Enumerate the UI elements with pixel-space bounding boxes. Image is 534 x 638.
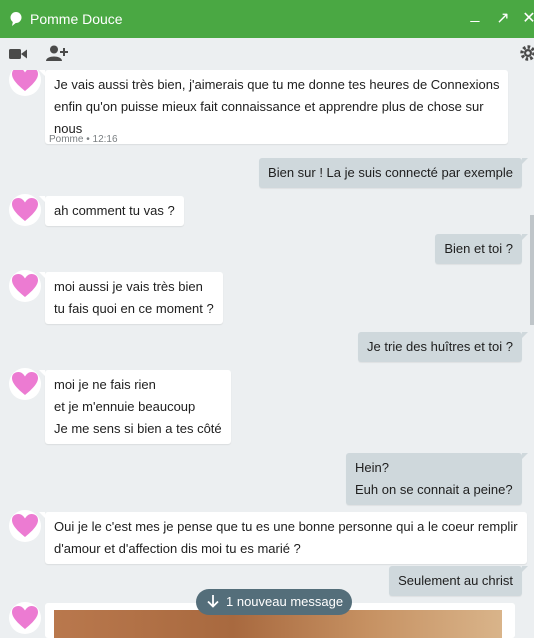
message-text: Hein? (355, 460, 389, 475)
avatar (9, 70, 41, 96)
heart-icon (12, 198, 38, 221)
incoming-message: Oui je le c'est mes je pense que tu es u… (39, 512, 527, 564)
message-text: Je me sens si bien a tes côté (54, 421, 222, 436)
avatar (9, 510, 41, 542)
avatar (9, 368, 41, 400)
message-text: enfin qu'on puisse mieux fait connaissan… (54, 99, 484, 114)
heart-icon (12, 514, 38, 537)
minimize-button[interactable]: _ (465, 6, 485, 24)
window-title: Pomme Douce (30, 11, 123, 27)
message-text: tu fais quoi en ce moment ? (54, 301, 214, 316)
outgoing-message: Je trie des huîtres et toi ? (358, 332, 528, 362)
outgoing-message: Bien sur ! La je suis connecté par exemp… (259, 158, 528, 188)
maximize-button[interactable]: ↗ (493, 8, 513, 28)
message-text: Oui je le c'est mes je pense que tu es u… (54, 519, 518, 534)
message-text: nous (54, 121, 83, 136)
heart-icon (12, 372, 38, 395)
message-text: Bien et toi ? (444, 241, 513, 256)
video-camera-icon[interactable] (9, 48, 28, 60)
outgoing-message: Hein? Euh on se connait a peine? (346, 453, 528, 505)
outgoing-message: Seulement au christ (389, 566, 528, 596)
outgoing-message: Bien et toi ? (435, 234, 528, 264)
gear-icon[interactable] (519, 44, 534, 62)
message-text: Bien sur ! La je suis connecté par exemp… (268, 165, 513, 180)
arrow-down-icon (207, 595, 219, 608)
message-text: et je m'ennuie beaucoup (54, 399, 196, 414)
heart-icon (12, 274, 38, 297)
heart-icon (12, 70, 38, 91)
message-text: d'amour et d'affection dis moi tu es mar… (54, 541, 301, 556)
avatar (9, 270, 41, 302)
incoming-message: moi aussi je vais très bien tu fais quoi… (39, 272, 223, 324)
scrollbar-thumb[interactable] (530, 215, 534, 325)
incoming-message: ah comment tu vas ? (39, 196, 184, 226)
message-timestamp: Pomme • 12:16 (49, 134, 118, 145)
message-list[interactable]: Je vais aussi très bien, j'aimerais que … (0, 70, 534, 635)
message-text: Euh on se connait a peine? (355, 482, 513, 497)
avatar (9, 602, 41, 634)
incoming-message: Je vais aussi très bien, j'aimerais que … (38, 70, 509, 144)
incoming-message: moi je ne fais rien et je m'ennuie beauc… (39, 370, 231, 444)
heart-icon (12, 606, 38, 629)
message-text: Seulement au christ (398, 573, 513, 588)
chat-toolbar (0, 38, 534, 70)
new-message-button[interactable]: 1 nouveau message (196, 589, 352, 615)
avatar (9, 194, 41, 226)
message-text: Je vais aussi très bien, j'aimerais que … (54, 77, 500, 92)
message-text: Je trie des huîtres et toi ? (367, 339, 513, 354)
title-bar: Pomme Douce _ ↗ ✕ (0, 0, 534, 38)
chat-bubble-icon (10, 12, 22, 26)
new-message-label: 1 nouveau message (226, 594, 344, 609)
close-button[interactable]: ✕ (519, 8, 534, 28)
add-person-icon[interactable] (46, 45, 68, 61)
message-text: moi aussi je vais très bien (54, 279, 203, 294)
message-text: ah comment tu vas ? (54, 203, 175, 218)
message-text: moi je ne fais rien (54, 377, 156, 392)
